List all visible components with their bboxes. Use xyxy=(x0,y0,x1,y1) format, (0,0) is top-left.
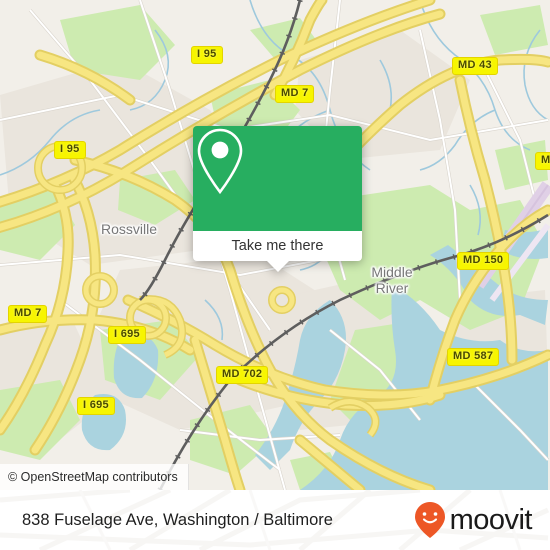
road-shield-md150: MD 150 xyxy=(457,252,510,270)
address-text: 838 Fuselage Ave, Washington / Baltimore xyxy=(22,510,333,529)
road-shield-i95-west: I 95 xyxy=(54,141,86,159)
moovit-logo[interactable]: moovit xyxy=(414,490,533,550)
address-label: 838 Fuselage Ave, Washington / Baltimore xyxy=(22,490,333,550)
place-label-text: Rossville xyxy=(100,221,157,237)
location-popup-card[interactable]: Take me there xyxy=(193,126,362,272)
place-label-text: Middle xyxy=(371,264,413,280)
road-shield-i695-south: I 695 xyxy=(77,397,115,415)
road-shield-md702: MD 702 xyxy=(216,366,269,384)
moovit-wordmark: moovit xyxy=(449,504,533,536)
moovit-map-screenshot: Rossville Middle River I 95 MD 7 MD 43 I… xyxy=(0,0,550,550)
osm-attribution-text: © OpenStreetMap contributors xyxy=(8,470,178,484)
moovit-pin-smiley-icon xyxy=(414,502,445,538)
road-shield-md43: MD 43 xyxy=(452,57,498,75)
road-shield-md587: MD 587 xyxy=(447,348,500,366)
road-shield-md1-edge: MD 1 xyxy=(535,152,550,170)
place-label-text: River xyxy=(375,280,409,296)
place-label-rossville: Rossville xyxy=(90,222,168,237)
bottom-info-bar: 838 Fuselage Ave, Washington / Baltimore… xyxy=(0,490,550,550)
road-shield-md7-west: MD 7 xyxy=(8,305,48,323)
popup-tail-pointer xyxy=(266,261,289,272)
popup-action-bar[interactable]: Take me there xyxy=(193,231,362,272)
place-label-middle-river: Middle River xyxy=(355,264,429,296)
take-me-there-label: Take me there xyxy=(231,238,324,254)
road-shield-i95-north: I 95 xyxy=(191,46,223,64)
osm-attribution[interactable]: © OpenStreetMap contributors xyxy=(0,464,189,490)
road-shield-md7-north: MD 7 xyxy=(275,85,315,103)
popup-header xyxy=(193,126,362,231)
map-canvas[interactable]: Rossville Middle River I 95 MD 7 MD 43 I… xyxy=(0,0,550,490)
map-pin-icon xyxy=(197,128,243,195)
road-shield-i695-north: I 695 xyxy=(108,326,146,344)
